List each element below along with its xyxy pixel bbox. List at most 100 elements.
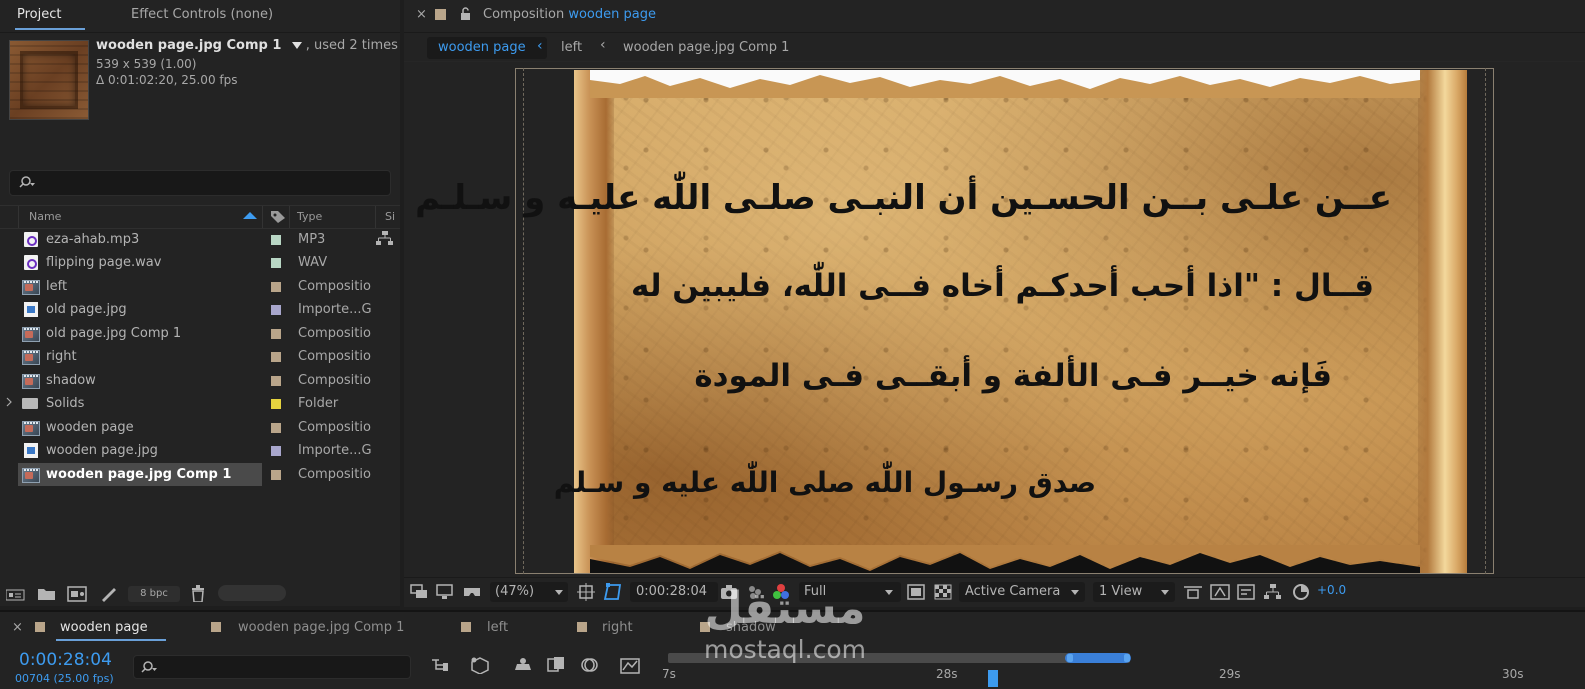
motion-blur-icon[interactable] [580,656,600,674]
item-name: old page.jpg Comp 1 [46,326,182,341]
shy-layers-icon[interactable] [513,656,533,674]
list-item[interactable]: right Compositio [0,345,375,368]
panel-menu-icon[interactable] [155,624,167,634]
list-item[interactable]: left Compositio [0,275,375,298]
chevron-right-icon[interactable] [6,397,12,407]
label-color-swatch[interactable] [271,423,281,433]
new-composition-icon[interactable] [67,586,87,602]
current-time-field[interactable]: 0:00:28:04 [630,582,718,602]
exposure-value[interactable]: +0.0 [1317,583,1346,597]
list-item[interactable]: Solids Folder [0,392,375,415]
column-type-header[interactable]: Type [297,210,322,223]
label-color-swatch[interactable] [271,329,281,339]
image-file-icon [24,302,38,317]
timeline-tab-active[interactable]: wooden page [60,620,148,635]
tab-project[interactable]: Project [17,7,61,22]
timeline-tab[interactable]: shadow [726,620,776,635]
panel-menu-icon[interactable] [73,11,85,21]
list-item[interactable]: old page.jpg Comp 1 Compositio [0,322,375,345]
always-preview-icon[interactable] [410,584,428,600]
item-usage: , used 2 times [305,38,398,53]
frame-blending-icon[interactable] [547,656,567,674]
fast-previews-icon[interactable] [1210,584,1230,600]
list-item[interactable]: shadow Compositio [0,369,375,392]
monitor-icon[interactable] [436,584,454,600]
flowchart-icon[interactable] [1264,583,1282,601]
bit-depth-button[interactable]: 8 bpc [128,586,180,602]
channel-rgb-icon[interactable] [772,583,790,601]
timeline-tab[interactable]: right [602,620,633,635]
trash-icon[interactable] [191,585,205,602]
tab-effect-controls[interactable]: Effect Controls (none) [131,7,273,22]
label-color-swatch[interactable] [271,282,281,292]
work-area-end-handle[interactable] [1124,654,1130,662]
grid-guides-icon[interactable] [577,583,595,601]
item-name: Solids [46,396,85,411]
transparency-grid-icon[interactable] [934,584,952,600]
timeline-tab[interactable]: wooden page.jpg Comp 1 [238,620,404,635]
breadcrumb-item[interactable]: left [561,40,582,55]
new-folder-icon[interactable] [38,587,56,600]
list-item[interactable]: eza-ahab.mp3 MP3 [0,228,375,251]
column-name-header[interactable]: Name [29,210,61,223]
label-color-swatch[interactable] [271,352,281,362]
list-item[interactable]: old page.jpg Importe...G [0,298,375,321]
reset-exposure-icon[interactable] [1292,583,1310,601]
list-item-selected[interactable]: wooden page.jpg Comp 1 Compositio [0,463,375,486]
list-item[interactable]: wooden page Compositio [0,416,375,439]
toggle-pixel-aspect-icon[interactable] [1183,584,1203,600]
mask-path-visibility-icon[interactable] [603,583,623,601]
show-snapshot-icon[interactable] [747,584,763,600]
timeline-search-input[interactable] [133,655,411,679]
close-icon[interactable]: × [12,620,23,635]
sort-ascending-icon[interactable] [243,212,257,220]
resolution-dropdown[interactable]: Full [799,582,901,602]
label-color-swatch[interactable] [271,258,281,268]
label-color-swatch[interactable] [271,446,281,456]
vr-mask-icon[interactable] [463,584,481,600]
project-tabbar: Project Effect Controls (none) [0,0,400,33]
timeline-tab[interactable]: left [487,620,508,635]
label-color-swatch[interactable] [271,305,281,315]
playhead[interactable] [988,670,998,687]
composition-icon [22,421,40,436]
region-of-interest-icon[interactable] [907,584,925,600]
work-area-start-handle[interactable] [1067,654,1073,662]
item-dimensions: 539 x 539 (1.00) [96,57,197,71]
column-size-header[interactable]: Si [385,210,395,223]
timeline-current-time[interactable]: 0:00:28:04 [19,650,112,670]
flowchart-icon[interactable] [376,230,394,246]
list-item[interactable]: flipping page.wav WAV [0,251,375,274]
lock-icon[interactable] [460,7,471,21]
snapshot-camera-icon[interactable] [720,584,738,600]
usage-dropdown-icon[interactable] [291,41,302,50]
list-item[interactable]: wooden page.jpg Importe...G [0,439,375,462]
zoom-dropdown[interactable]: (47%) [490,582,568,602]
thumbnail-slider[interactable] [218,585,286,601]
label-color-swatch[interactable] [271,235,281,245]
breadcrumb-active[interactable]: wooden page ‹ [427,37,547,59]
label-color-swatch[interactable] [271,470,281,480]
chevron-down-icon [1161,590,1169,595]
label-tag-icon[interactable] [270,210,286,224]
work-area-range[interactable] [1065,653,1131,663]
close-icon[interactable]: × [416,7,427,22]
timeline-icon[interactable] [1237,584,1255,600]
label-color-swatch[interactable] [271,376,281,386]
label-color-swatch[interactable] [271,399,281,409]
adjust-project-settings-icon[interactable] [100,586,118,602]
interpret-footage-icon[interactable] [6,587,26,601]
camera-dropdown[interactable]: Active Camera [959,582,1085,602]
composition-tab[interactable]: Composition wooden page [483,7,656,22]
composition-flowchart-icon[interactable] [431,657,451,673]
panel-menu-icon[interactable] [658,11,670,21]
view-layout-dropdown[interactable]: 1 View [1093,582,1175,602]
breadcrumb-item[interactable]: wooden page.jpg Comp 1 [623,40,789,55]
item-name: wooden page [46,420,134,435]
work-area-bar[interactable] [668,653,1130,663]
project-search-input[interactable] [9,170,391,196]
graph-editor-icon[interactable] [620,656,640,674]
draft-3d-icon[interactable] [470,656,490,674]
chevron-down-icon [555,590,563,595]
torn-edge-top [590,70,1420,98]
